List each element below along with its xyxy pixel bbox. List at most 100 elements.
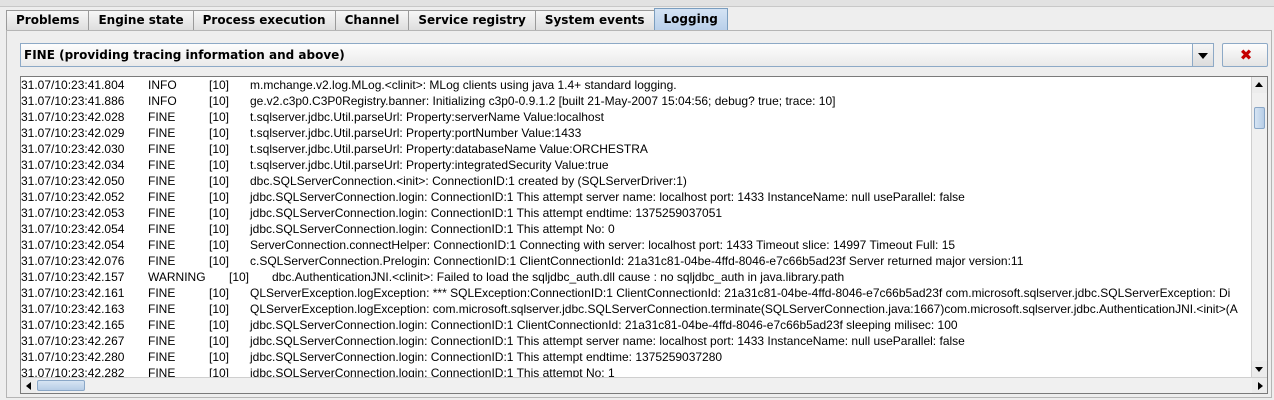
log-row[interactable]: 31.07/10:23:42.053 FINE [10] jdbc.SQLServer… bbox=[21, 205, 1251, 221]
log-message: jdbc.SQLServerConnection.login: Connecti… bbox=[250, 222, 615, 236]
vertical-scroll-thumb[interactable] bbox=[1254, 107, 1265, 129]
log-message: QLServerException.logException: com.micr… bbox=[250, 302, 1238, 316]
log-row[interactable]: 31.07/10:23:42.052 FINE [10] jdbc.SQLServer… bbox=[21, 189, 1251, 205]
log-message: dbc.AuthenticationJNI.<clinit>: Failed t… bbox=[272, 270, 845, 284]
log-thread: [10] bbox=[209, 158, 230, 172]
log-row[interactable]: 31.07/10:23:41.804 INFO [10] m.mchange.v2.l… bbox=[21, 77, 1251, 93]
log-level: FINE bbox=[148, 190, 176, 204]
log-list: 31.07/10:23:41.804 INFO [10] m.mchange.v2.l… bbox=[21, 77, 1251, 377]
log-time: 31.07/10:23:42.028 bbox=[21, 110, 125, 124]
log-row[interactable]: 31.07/10:23:42.054 FINE [10] ServerConnecti… bbox=[21, 237, 1251, 253]
log-level-dropdown[interactable]: FINE (providing tracing information and … bbox=[20, 43, 1214, 67]
log-message: m.mchange.v2.log.MLog.<clinit>: MLog cli… bbox=[250, 78, 677, 92]
log-level: FINE bbox=[148, 110, 176, 124]
clear-log-button[interactable]: ✖ bbox=[1222, 43, 1268, 67]
log-row[interactable]: 31.07/10:23:42.029 FINE [10] t.sqlserver.jd… bbox=[21, 125, 1251, 141]
vertical-scrollbar[interactable] bbox=[1251, 77, 1267, 377]
log-time: 31.07/10:23:42.165 bbox=[21, 318, 125, 332]
log-row[interactable]: 31.07/10:23:42.282 FINE [10] jdbc.SQLServer… bbox=[21, 365, 1251, 377]
log-thread: [10] bbox=[209, 94, 230, 108]
log-time: 31.07/10:23:41.886 bbox=[21, 94, 125, 108]
log-message: jdbc.SQLServerConnection.login: Connecti… bbox=[250, 190, 965, 204]
log-thread: [10] bbox=[209, 78, 230, 92]
log-view[interactable]: 31.07/10:23:41.804 INFO [10] m.mchange.v2.l… bbox=[20, 76, 1268, 394]
log-thread: [10] bbox=[209, 254, 230, 268]
tab-engine-state[interactable]: Engine state bbox=[88, 10, 194, 30]
log-thread: [10] bbox=[209, 174, 230, 188]
horizontal-scroll-thumb[interactable] bbox=[37, 380, 85, 391]
tab-bar: Problems Engine state Process execution Cha… bbox=[6, 8, 728, 30]
log-level: FINE bbox=[148, 334, 176, 348]
scroll-right-icon[interactable] bbox=[1252, 378, 1267, 393]
log-thread: [10] bbox=[209, 350, 230, 364]
log-time: 31.07/10:23:42.054 bbox=[21, 238, 125, 252]
log-message: t.sqlserver.jdbc.Util.parseUrl: Property… bbox=[250, 158, 609, 172]
log-message: t.sqlserver.jdbc.Util.parseUrl: Property… bbox=[250, 110, 604, 124]
log-message: jdbc.SQLServerConnection.login: Connecti… bbox=[250, 350, 723, 364]
log-message: dbc.SQLServerConnection.<init>: Connecti… bbox=[250, 174, 687, 188]
log-row[interactable]: 31.07/10:23:42.165 FINE [10] jdbc.SQLServer… bbox=[21, 317, 1251, 333]
log-level: FINE bbox=[148, 318, 176, 332]
log-message: c.SQLServerConnection.Prelogin: Connecti… bbox=[250, 254, 1024, 268]
log-level: INFO bbox=[148, 78, 177, 92]
tab-system-events[interactable]: System events bbox=[534, 10, 655, 30]
log-level: WARNING bbox=[148, 270, 206, 284]
chevron-down-icon[interactable] bbox=[1192, 44, 1213, 66]
log-time: 31.07/10:23:42.280 bbox=[21, 350, 125, 364]
log-time: 31.07/10:23:41.804 bbox=[21, 78, 125, 92]
tab-problems[interactable]: Problems bbox=[6, 10, 90, 30]
log-row[interactable]: 31.07/10:23:42.028 FINE [10] t.sqlserver.jd… bbox=[21, 109, 1251, 125]
log-message: ge.v2.c3p0.C3P0Registry.banner: Initiali… bbox=[250, 94, 836, 108]
log-level: FINE bbox=[148, 302, 176, 316]
log-message: QLServerException.logException: *** SQLE… bbox=[250, 286, 1231, 300]
log-time: 31.07/10:23:42.161 bbox=[21, 286, 125, 300]
tab-process-execution[interactable]: Process execution bbox=[192, 10, 336, 30]
red-x-icon: ✖ bbox=[1239, 46, 1253, 64]
log-level: FINE bbox=[148, 350, 176, 364]
log-row[interactable]: 31.07/10:23:42.030 FINE [10] t.sqlserver.jd… bbox=[21, 141, 1251, 157]
scroll-down-icon[interactable] bbox=[1252, 361, 1267, 377]
log-row[interactable]: 31.07/10:23:42.054 FINE [10] jdbc.SQLServer… bbox=[21, 221, 1251, 237]
log-row[interactable]: 31.07/10:23:42.163 FINE [10] QLServerExcept… bbox=[21, 301, 1251, 317]
log-row[interactable]: 31.07/10:23:42.267 FINE [10] jdbc.SQLServer… bbox=[21, 333, 1251, 349]
log-level: INFO bbox=[148, 94, 177, 108]
log-time: 31.07/10:23:42.076 bbox=[21, 254, 125, 268]
log-thread: [10] bbox=[209, 286, 230, 300]
log-time: 31.07/10:23:42.054 bbox=[21, 222, 125, 236]
log-level: FINE bbox=[148, 366, 176, 377]
log-level: FINE bbox=[148, 238, 176, 252]
log-message: jdbc.SQLServerConnection.login: Connecti… bbox=[250, 318, 958, 332]
log-time: 31.07/10:23:42.050 bbox=[21, 174, 125, 188]
log-time: 31.07/10:23:42.052 bbox=[21, 190, 125, 204]
log-row[interactable]: 31.07/10:23:42.157 WARNING [10] dbc.Authent… bbox=[21, 269, 1251, 285]
log-time: 31.07/10:23:42.053 bbox=[21, 206, 125, 220]
window-top-strip bbox=[0, 0, 1274, 7]
log-message: t.sqlserver.jdbc.Util.parseUrl: Property… bbox=[250, 142, 648, 156]
scroll-up-icon[interactable] bbox=[1252, 77, 1267, 93]
log-thread: [10] bbox=[209, 366, 230, 377]
log-level: FINE bbox=[148, 142, 176, 156]
log-thread: [10] bbox=[209, 222, 230, 236]
log-thread: [10] bbox=[229, 270, 250, 284]
log-level: FINE bbox=[148, 222, 176, 236]
log-row[interactable]: 31.07/10:23:42.076 FINE [10] c.SQLServerCon… bbox=[21, 253, 1251, 269]
log-thread: [10] bbox=[209, 318, 230, 332]
log-thread: [10] bbox=[209, 238, 230, 252]
log-row[interactable]: 31.07/10:23:41.886 INFO [10] ge.v2.c3p0.C3P… bbox=[21, 93, 1251, 109]
log-row[interactable]: 31.07/10:23:42.050 FINE [10] dbc.SQLServerC… bbox=[21, 173, 1251, 189]
log-level: FINE bbox=[148, 206, 176, 220]
log-level: FINE bbox=[148, 174, 176, 188]
log-message: ServerConnection.connectHelper: Connecti… bbox=[250, 238, 956, 252]
tab-service-registry[interactable]: Service registry bbox=[408, 10, 536, 30]
log-row[interactable]: 31.07/10:23:42.034 FINE [10] t.sqlserver.jd… bbox=[21, 157, 1251, 173]
horizontal-scrollbar[interactable] bbox=[21, 377, 1267, 393]
log-row[interactable]: 31.07/10:23:42.280 FINE [10] jdbc.SQLServer… bbox=[21, 349, 1251, 365]
log-level: FINE bbox=[148, 254, 176, 268]
log-thread: [10] bbox=[209, 110, 230, 124]
tab-logging[interactable]: Logging bbox=[653, 8, 728, 30]
log-thread: [10] bbox=[209, 206, 230, 220]
log-time: 31.07/10:23:42.267 bbox=[21, 334, 125, 348]
tab-channel[interactable]: Channel bbox=[334, 10, 410, 30]
scroll-left-icon[interactable] bbox=[21, 378, 36, 393]
log-row[interactable]: 31.07/10:23:42.161 FINE [10] QLServerExcept… bbox=[21, 285, 1251, 301]
